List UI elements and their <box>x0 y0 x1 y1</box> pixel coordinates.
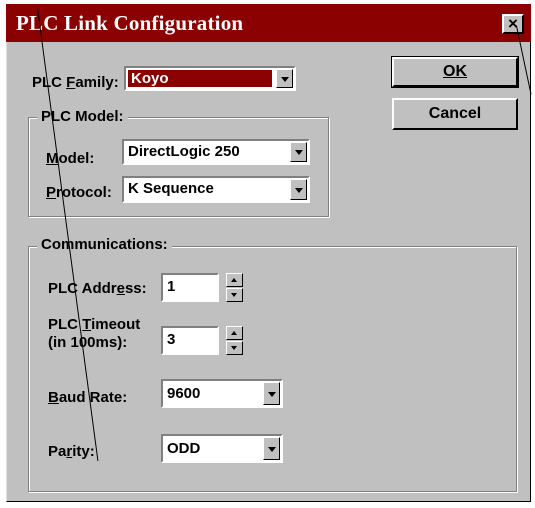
model-label: Model: <box>46 150 94 167</box>
parity-value: ODD <box>167 440 201 457</box>
plc-address-label-prefix: PLC Addr <box>48 280 117 297</box>
arrow-up-icon[interactable] <box>226 273 243 287</box>
plc-family-label-key: F <box>66 74 76 91</box>
plc-family-label-suffix: amily: <box>75 74 119 91</box>
baud-rate-label-key: B <box>48 389 59 406</box>
arrow-down-icon[interactable] <box>226 341 243 355</box>
model-value: DirectLogic 250 <box>128 143 240 160</box>
parity-dropdown[interactable]: ODD <box>161 434 283 463</box>
plc-address-label-key: e <box>116 280 125 297</box>
plc-timeout-label-line1: PLC Timeout <box>48 316 140 333</box>
protocol-dropdown[interactable]: K Sequence <box>122 176 310 203</box>
plc-timeout-spinner[interactable] <box>226 326 243 355</box>
ok-button[interactable]: OK <box>391 56 519 88</box>
plc-family-dropdown[interactable]: Koyo <box>124 66 296 91</box>
plc-address-label-suffix: ss: <box>124 280 147 297</box>
plc-timeout-input[interactable]: 3 <box>161 326 219 355</box>
protocol-label-suffix: rotocol: <box>56 184 112 201</box>
baud-rate-label-suffix: aud Rate: <box>58 389 128 406</box>
plc-timeout-label-prefix: PLC <box>48 316 83 333</box>
communications-group-title: Communications: <box>37 236 172 253</box>
window-title: PLC Link Configuration <box>16 11 244 35</box>
baud-rate-dropdown[interactable]: 9600 <box>161 379 283 408</box>
cancel-button-label: Cancel <box>428 105 482 122</box>
parity-label: Parity: <box>48 443 95 460</box>
ok-button-label: OK <box>443 63 467 80</box>
plc-family-label-prefix: PLC <box>32 74 67 91</box>
protocol-label: Protocol: <box>46 184 112 201</box>
arrow-up-icon[interactable] <box>226 326 243 340</box>
chevron-down-icon[interactable] <box>290 142 307 162</box>
baud-rate-value: 9600 <box>167 385 201 402</box>
plc-address-input[interactable]: 1 <box>161 273 219 302</box>
plc-timeout-value: 3 <box>167 331 176 348</box>
plc-family-value: Koyo <box>128 70 272 87</box>
plc-address-label: PLC Address: <box>48 280 147 297</box>
model-dropdown[interactable]: DirectLogic 250 <box>122 139 310 165</box>
model-label-suffix: odel: <box>58 150 95 167</box>
plc-family-label: PLC Family: <box>32 74 119 91</box>
chevron-down-icon[interactable] <box>263 437 280 460</box>
protocol-label-key: P <box>46 184 57 201</box>
chevron-down-icon[interactable] <box>290 179 307 200</box>
cancel-button[interactable]: Cancel <box>392 98 518 130</box>
parity-label-prefix: Pa <box>48 443 67 460</box>
plc-timeout-label-key: T <box>82 316 92 333</box>
plc-timeout-label-suffix: imeout <box>91 316 141 333</box>
arrow-down-icon[interactable] <box>226 288 243 302</box>
chevron-down-icon[interactable] <box>263 382 280 405</box>
title-bar[interactable]: PLC Link Configuration × <box>6 4 531 42</box>
protocol-value: K Sequence <box>128 180 214 197</box>
plc-address-value: 1 <box>167 278 176 295</box>
close-button[interactable]: × <box>502 14 524 34</box>
plc-timeout-label-line2: (in 100ms): <box>48 334 128 351</box>
parity-label-suffix: ity: <box>72 443 95 460</box>
chevron-down-icon[interactable] <box>276 69 293 88</box>
plc-address-spinner[interactable] <box>226 273 243 302</box>
